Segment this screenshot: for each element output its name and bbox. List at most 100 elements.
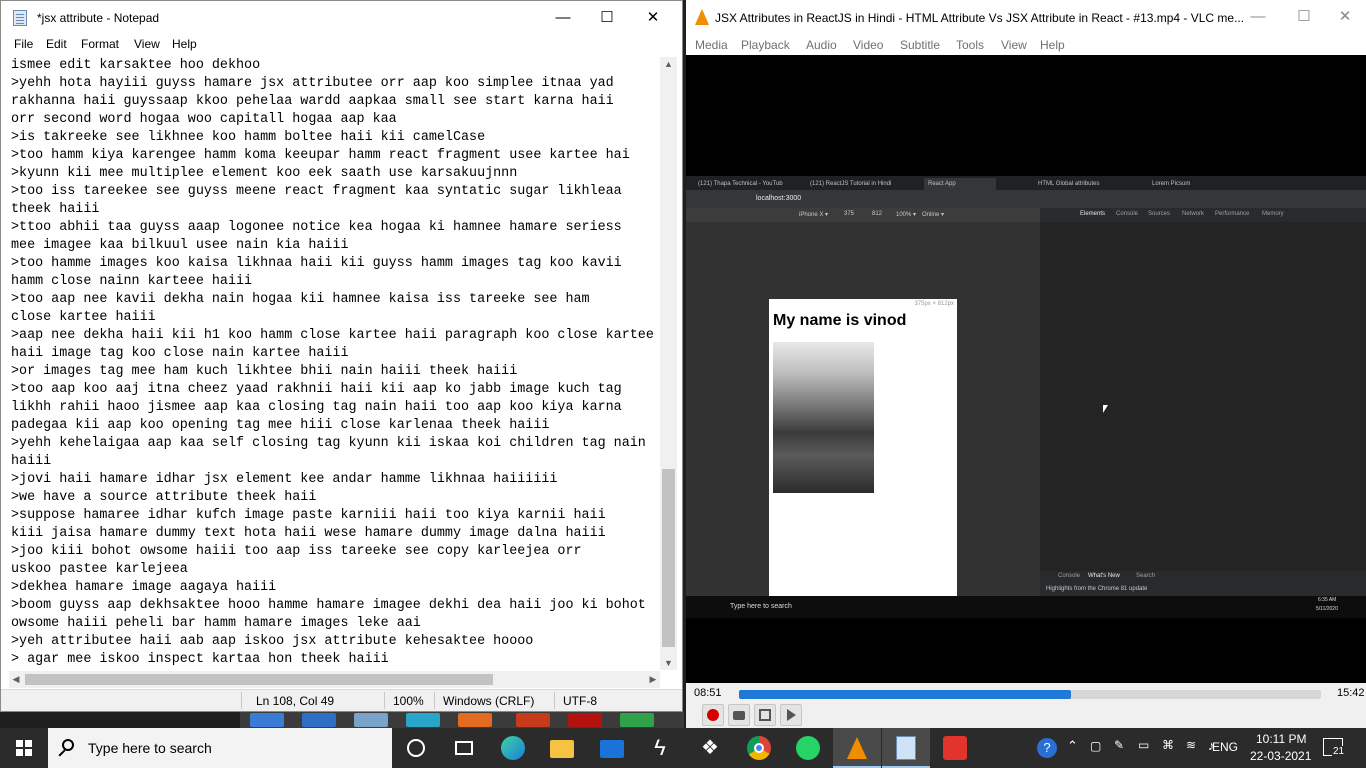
clock-date[interactable]: 22-03-2021 bbox=[1250, 749, 1311, 763]
browser-tab: (121) Thapa Technical - YouTub bbox=[698, 181, 783, 187]
task-view-button[interactable] bbox=[440, 728, 488, 768]
browser-tab: Lorem Picsum bbox=[1152, 181, 1191, 187]
menu-file[interactable]: File bbox=[14, 37, 33, 51]
background-app-icon bbox=[302, 713, 336, 727]
whatsapp-button[interactable] bbox=[784, 728, 832, 768]
frame-step-button[interactable] bbox=[780, 704, 802, 726]
system-tray: ? ⌃ ▢ ✎ ▭ ⌘ ≋ ♪ ENG 10:11 PM 22-03-2021 … bbox=[1030, 728, 1366, 768]
clock-time[interactable]: 10:11 PM bbox=[1256, 732, 1306, 746]
snapshot-button[interactable] bbox=[728, 704, 750, 726]
app-lightning-button[interactable]: ϟ bbox=[636, 728, 684, 768]
vlc-maximize-button[interactable]: ☐ bbox=[1281, 0, 1327, 34]
cortana-button[interactable] bbox=[392, 728, 440, 768]
horizontal-scroll-thumb[interactable] bbox=[25, 674, 493, 685]
notepad-taskbar-button[interactable] bbox=[882, 728, 930, 768]
status-divider bbox=[434, 692, 435, 709]
browser-tab: HTML Global attributes bbox=[1038, 181, 1100, 187]
scroll-left-icon[interactable]: ◀ bbox=[9, 671, 23, 688]
close-button[interactable]: ✕ bbox=[630, 1, 676, 35]
menu-format[interactable]: Format bbox=[81, 37, 119, 51]
vlc-menu-tools[interactable]: Tools bbox=[956, 38, 984, 52]
mail-icon bbox=[600, 740, 624, 758]
devtools-tab: Elements bbox=[1080, 211, 1106, 217]
anydesk-button[interactable] bbox=[931, 728, 979, 768]
mail-button[interactable] bbox=[588, 728, 636, 768]
wifi-icon[interactable]: ≋ bbox=[1186, 738, 1196, 752]
file-explorer-button[interactable] bbox=[538, 728, 586, 768]
scroll-right-icon[interactable]: ▶ bbox=[646, 671, 660, 688]
chrome-icon bbox=[747, 736, 771, 760]
video-surface[interactable]: (121) Thapa Technical - YouTub (121) Rea… bbox=[686, 55, 1366, 683]
notepad-text-area[interactable]: ismee edit karsaktee hoo dekhoo >yehh hot… bbox=[11, 57, 656, 669]
vlc-titlebar[interactable]: JSX Attributes in ReactJS in Hindi - HTM… bbox=[686, 0, 1366, 35]
menu-edit[interactable]: Edit bbox=[46, 37, 67, 51]
vlc-menu-subtitle[interactable]: Subtitle bbox=[900, 38, 940, 52]
battery-icon[interactable]: ▭ bbox=[1138, 738, 1149, 752]
device-height: 812 bbox=[872, 211, 883, 217]
vlc-menu-audio[interactable]: Audio bbox=[806, 38, 837, 52]
link-icon[interactable]: ⌘ bbox=[1162, 738, 1174, 752]
text-line: >yehh kehelaigaa aap kaa self closing ta… bbox=[11, 436, 646, 451]
text-line: >boom guyss aap dekhsaktee hooo hamme ha… bbox=[11, 598, 646, 613]
menu-help[interactable]: Help bbox=[172, 37, 197, 51]
taskbar-search-box[interactable]: Type here to search bbox=[48, 728, 392, 768]
text-line: haii image tag koo close nain kartee hai… bbox=[11, 346, 349, 361]
devtools-tab: Network bbox=[1182, 211, 1205, 217]
vlc-menubar: Media Playback Audio Video Subtitle Tool… bbox=[686, 35, 1366, 55]
text-line: >too aap koo aaj itna cheez yaad rakhnii… bbox=[11, 382, 622, 397]
edge-button[interactable] bbox=[489, 728, 537, 768]
anydesk-icon bbox=[943, 736, 967, 760]
vlc-menu-help[interactable]: Help bbox=[1040, 38, 1065, 52]
line-ending: Windows (CRLF) bbox=[443, 694, 535, 708]
vlc-menu-view[interactable]: View bbox=[1001, 38, 1027, 52]
text-line: kiii jaisa hamare dummy text hota haii w… bbox=[11, 526, 606, 541]
text-line: >we have a source attribute theek haii bbox=[11, 490, 317, 505]
vlc-minimize-button[interactable]: — bbox=[1235, 0, 1281, 34]
menu-view[interactable]: View bbox=[134, 37, 160, 51]
notepad-titlebar[interactable]: *jsx attribute - Notepad — ☐ ✕ bbox=[1, 1, 682, 35]
scroll-up-icon[interactable]: ▲ bbox=[660, 57, 677, 71]
vlc-menu-video[interactable]: Video bbox=[853, 38, 883, 52]
vertical-scrollbar[interactable]: ▲ ▼ bbox=[660, 57, 677, 670]
task-view-icon bbox=[455, 741, 473, 755]
text-line: >yeh attributee haii aab aap iskoo jsx a… bbox=[11, 634, 534, 649]
start-button[interactable] bbox=[0, 728, 48, 768]
record-button[interactable] bbox=[702, 704, 724, 726]
vertical-scroll-thumb[interactable] bbox=[662, 469, 675, 647]
text-line: owsome haiii peheli bar hamm hamare imag… bbox=[11, 616, 421, 631]
browser-tabstrip: (121) Thapa Technical - YouTub (121) Rea… bbox=[686, 176, 1366, 190]
horizontal-scrollbar[interactable]: ◀ ▶ bbox=[9, 671, 660, 688]
language-indicator[interactable]: ENG bbox=[1212, 740, 1238, 754]
notepad-icon bbox=[896, 736, 916, 760]
chevron-up-icon[interactable]: ⌃ bbox=[1067, 738, 1078, 754]
vlc-taskbar-button[interactable] bbox=[833, 728, 881, 768]
vlc-menu-playback[interactable]: Playback bbox=[741, 38, 790, 52]
viewport-size: 375px × 812px bbox=[914, 301, 954, 307]
zoom-level: 100% bbox=[393, 694, 424, 708]
notepad-title: *jsx attribute - Notepad bbox=[37, 11, 160, 25]
minimize-button[interactable]: — bbox=[540, 1, 586, 35]
mouse-cursor-icon bbox=[1103, 405, 1108, 413]
text-line: rakhanna haii guyssaap kkoo pehelaa ward… bbox=[11, 94, 614, 109]
video-taskbar: Type here to search 6:35 AM 5/11/2020 bbox=[686, 596, 1366, 618]
maximize-button[interactable]: ☐ bbox=[584, 1, 630, 35]
dropbox-button[interactable]: ❖ bbox=[686, 728, 734, 768]
device-network: Online ▾ bbox=[922, 212, 945, 218]
device-icon[interactable]: ▢ bbox=[1090, 739, 1101, 753]
text-line: >aap nee dekha haii kii h1 koo hamm clos… bbox=[11, 328, 654, 343]
vlc-menu-media[interactable]: Media bbox=[695, 38, 728, 52]
loop-ab-button[interactable] bbox=[754, 704, 776, 726]
text-line: >or images tag mee ham kuch likhtee bhii… bbox=[11, 364, 518, 379]
scroll-down-icon[interactable]: ▼ bbox=[660, 656, 677, 670]
drawer-tab: Search bbox=[1136, 573, 1156, 579]
text-line: theek haiii bbox=[11, 202, 100, 217]
ab-loop-icon bbox=[759, 709, 771, 721]
vlc-close-button[interactable]: ✕ bbox=[1322, 0, 1366, 34]
help-icon[interactable]: ? bbox=[1037, 738, 1057, 758]
vlc-cone-icon bbox=[695, 9, 709, 25]
seek-bar[interactable] bbox=[739, 690, 1321, 699]
chrome-button[interactable] bbox=[735, 728, 783, 768]
folder-icon bbox=[550, 740, 574, 758]
edit-icon[interactable]: ✎ bbox=[1114, 738, 1124, 752]
video-taskbar-search: Type here to search bbox=[730, 603, 792, 610]
